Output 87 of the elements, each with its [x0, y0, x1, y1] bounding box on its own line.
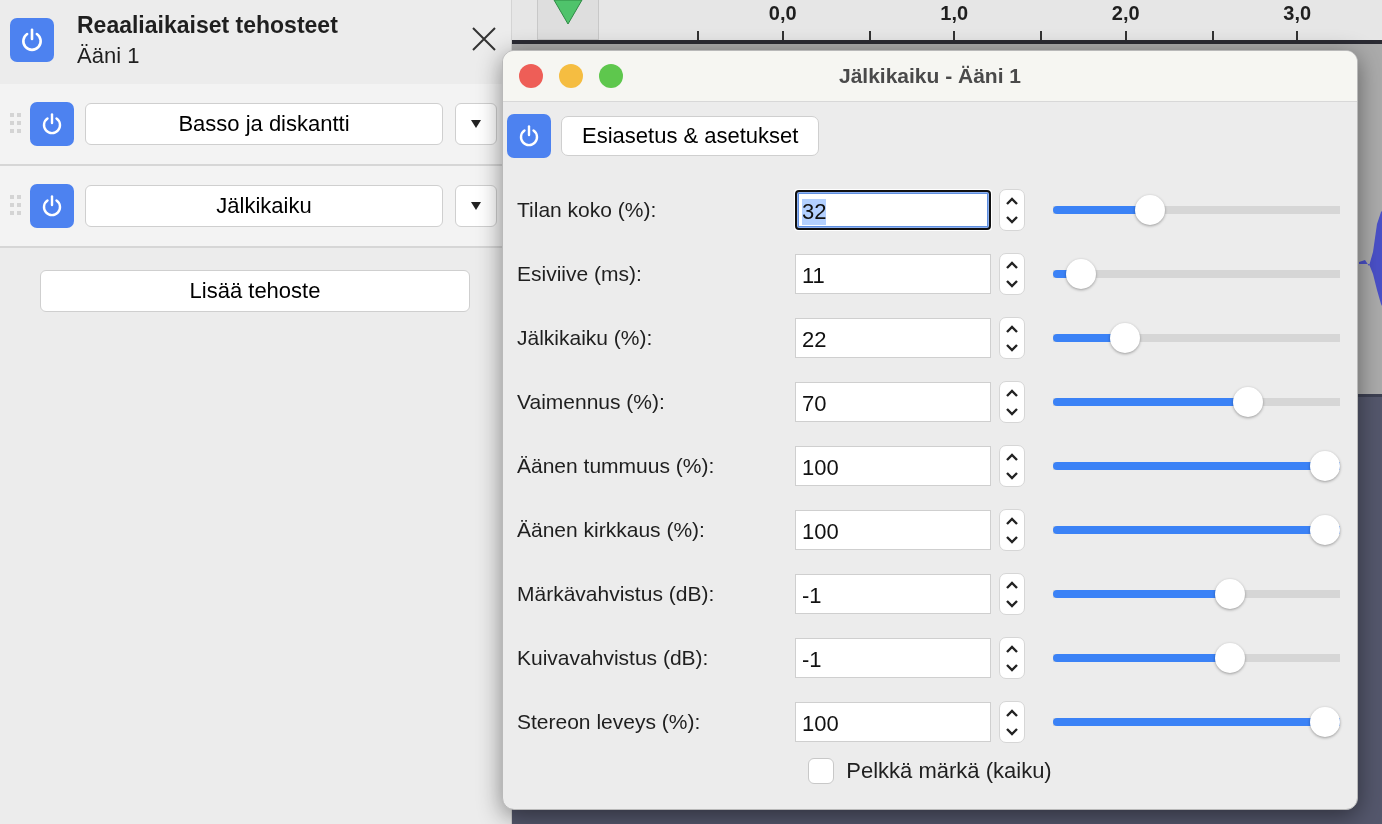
- parameter-label: Jälkikaiku (%):: [517, 326, 654, 350]
- panel-title: Reaaliaikaiset tehosteet: [77, 12, 339, 39]
- parameter-input[interactable]: 22: [795, 318, 991, 358]
- parameter-label: Vaimennus (%):: [517, 390, 666, 414]
- caret-icon: [471, 120, 481, 128]
- slider-thumb[interactable]: [1232, 387, 1263, 417]
- down-chevron-icon: [1005, 598, 1019, 608]
- ruler-label: 1,0: [940, 2, 969, 25]
- power-icon: [517, 124, 541, 148]
- stepper-control[interactable]: [999, 253, 1025, 295]
- down-chevron-icon: [1005, 470, 1019, 480]
- stepper-control[interactable]: [999, 509, 1025, 551]
- power-icon: [19, 27, 45, 53]
- power-icon: [40, 194, 64, 218]
- panel-subtitle: Ääni 1: [77, 43, 141, 69]
- ruler-label: 0,0: [768, 2, 797, 25]
- up-chevron-icon: [1005, 196, 1019, 206]
- dialog-title: Jälkikaiku - Ääni 1: [838, 64, 1022, 88]
- parameter-input[interactable]: 32: [795, 190, 991, 230]
- ruler-label: 2,0: [1111, 2, 1140, 25]
- preset-button[interactable]: Esiasetus & asetukset: [561, 116, 820, 156]
- checkbox-label: Pelkkä märkä (kaiku): [846, 758, 1052, 784]
- stepper-control[interactable]: [999, 573, 1025, 615]
- down-chevron-icon: [1005, 534, 1019, 544]
- caret-icon: [471, 202, 481, 210]
- down-chevron-icon: [1005, 214, 1019, 224]
- parameter-input[interactable]: 70: [795, 382, 991, 422]
- power-button[interactable]: [10, 18, 54, 62]
- close-window-button[interactable]: [519, 64, 543, 88]
- parameter-input[interactable]: 100: [795, 446, 991, 486]
- up-chevron-icon: [1005, 516, 1019, 526]
- parameter-input[interactable]: 100: [795, 510, 991, 550]
- up-chevron-icon: [1005, 260, 1019, 270]
- close-button[interactable]: [471, 26, 497, 52]
- stepper-control[interactable]: [999, 445, 1025, 487]
- drag-handle-icon[interactable]: [10, 195, 22, 217]
- stepper-control[interactable]: [999, 637, 1025, 679]
- slider-thumb[interactable]: [1310, 515, 1340, 545]
- up-chevron-icon: [1005, 708, 1019, 718]
- up-chevron-icon: [1005, 580, 1019, 590]
- add-effect-button[interactable]: Lisää tehoste: [40, 270, 470, 312]
- parameter-input[interactable]: -1: [795, 638, 991, 678]
- play-head-icon[interactable]: [553, 0, 583, 24]
- effect-menu-button[interactable]: [455, 103, 497, 145]
- slider-thumb[interactable]: [1214, 643, 1245, 673]
- down-chevron-icon: [1005, 406, 1019, 416]
- up-chevron-icon: [1005, 452, 1019, 462]
- parameter-label: Märkävahvistus (dB):: [517, 582, 716, 606]
- parameter-input[interactable]: 100: [795, 702, 991, 742]
- power-button[interactable]: [30, 184, 74, 228]
- power-button[interactable]: [507, 114, 551, 158]
- power-button[interactable]: [30, 102, 74, 146]
- slider-thumb[interactable]: [1109, 323, 1140, 353]
- zoom-window-button[interactable]: [599, 64, 623, 88]
- parameter-label: Kuivavahvistus (dB):: [517, 646, 710, 670]
- drag-handle-icon[interactable]: [10, 113, 22, 135]
- slider-thumb[interactable]: [1065, 259, 1096, 289]
- slider-thumb[interactable]: [1310, 451, 1340, 481]
- stepper-control[interactable]: [999, 381, 1025, 423]
- timeline-ruler[interactable]: 0,0 1,0 2,0 3,0: [512, 0, 1382, 44]
- stepper-control[interactable]: [999, 701, 1025, 743]
- slider-thumb[interactable]: [1214, 579, 1245, 609]
- parameter-label: Äänen tummuus (%):: [517, 454, 716, 478]
- close-icon: [471, 26, 497, 52]
- parameter-label: Stereon leveys (%):: [517, 710, 702, 734]
- up-chevron-icon: [1005, 324, 1019, 334]
- down-chevron-icon: [1005, 342, 1019, 352]
- stepper-control[interactable]: [999, 317, 1025, 359]
- down-chevron-icon: [1005, 726, 1019, 736]
- effect-button[interactable]: Jälkikaiku: [85, 185, 443, 227]
- slider-thumb[interactable]: [1135, 195, 1166, 225]
- power-icon: [40, 112, 64, 136]
- down-chevron-icon: [1005, 278, 1019, 288]
- slider-thumb[interactable]: [1310, 707, 1340, 737]
- ruler-label: 3,0: [1283, 2, 1312, 25]
- up-chevron-icon: [1005, 388, 1019, 398]
- checkbox[interactable]: [808, 758, 835, 784]
- parameter-label: Tilan koko (%):: [517, 198, 658, 222]
- up-chevron-icon: [1005, 644, 1019, 654]
- parameter-label: Äänen kirkkaus (%):: [517, 518, 706, 542]
- down-chevron-icon: [1005, 662, 1019, 672]
- parameter-input[interactable]: 11: [795, 254, 991, 294]
- parameter-input[interactable]: -1: [795, 574, 991, 614]
- effect-button[interactable]: Basso ja diskantti: [85, 103, 443, 145]
- stepper-control[interactable]: [999, 189, 1025, 231]
- effect-menu-button[interactable]: [455, 185, 497, 227]
- parameter-label: Esiviive (ms):: [517, 262, 643, 286]
